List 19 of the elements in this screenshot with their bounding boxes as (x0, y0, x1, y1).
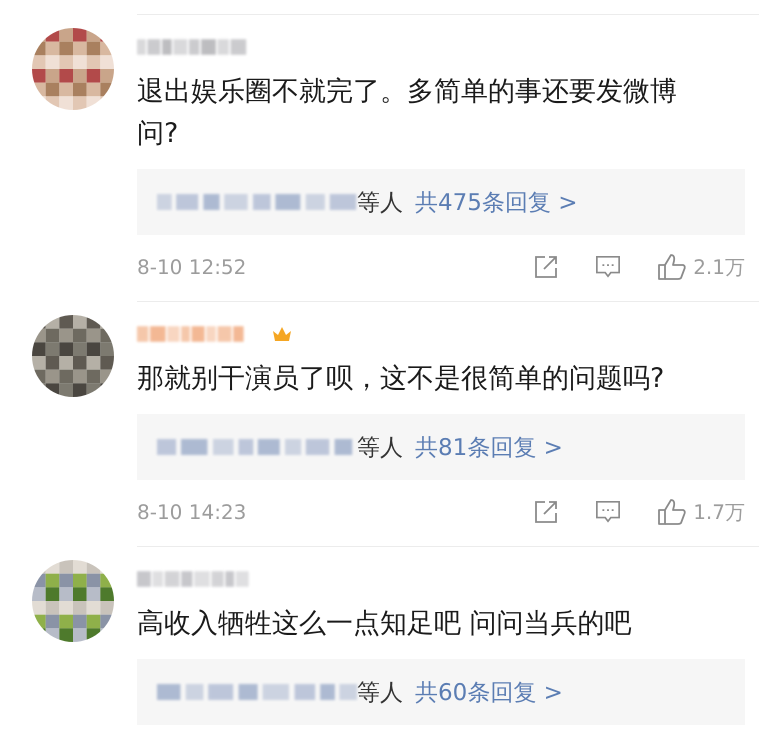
thumbs-up-icon[interactable] (657, 498, 688, 526)
replies-link[interactable]: 共475条回复 > (415, 186, 578, 218)
comment-text: 退出娱乐圈不就完了。多简单的事还要发微博问? (137, 75, 678, 151)
comment-icon[interactable] (595, 499, 622, 525)
thumbs-up-icon[interactable] (657, 253, 688, 281)
like-count: 2.1万 (693, 254, 745, 280)
share-icon[interactable] (533, 499, 560, 525)
comment-text: 高收入牺牲这么一点知足吧 问问当兵的吧 (137, 607, 633, 641)
comment-time: 8-10 14:23 (137, 500, 246, 524)
replies-link[interactable]: 共60条回复 > (415, 676, 563, 708)
comment-icon[interactable] (595, 254, 622, 280)
reply-suffix: 等人 (357, 434, 403, 462)
share-icon[interactable] (533, 254, 560, 280)
comment-time: 8-10 12:52 (137, 255, 246, 279)
replies-link[interactable]: 共81条回复 > (415, 432, 563, 462)
reply-suffix: 等人 (357, 678, 403, 708)
reply-suffix: 等人 (357, 188, 403, 218)
comment-text: 那就别干演员了呗，这不是很简单的问题吗? (137, 362, 666, 396)
like-count: 1.7万 (693, 498, 745, 526)
